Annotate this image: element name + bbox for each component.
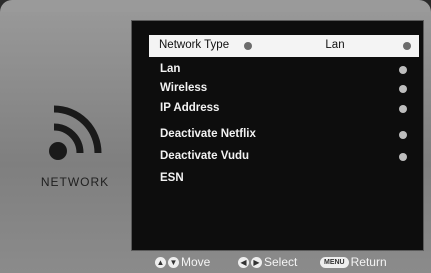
right-arrow-icon bbox=[399, 131, 407, 139]
button-hints: ▲ ▼ Move ◀ ▶ Select MENU Return bbox=[131, 252, 422, 272]
down-arrow-circle-icon: ▼ bbox=[168, 256, 179, 268]
menu-item-label: Lan bbox=[160, 63, 181, 75]
right-arrow-icon bbox=[399, 85, 407, 93]
top-edge bbox=[0, 0, 431, 12]
right-arrow-circle-icon: ▶ bbox=[251, 256, 262, 268]
left-arrow-icon[interactable] bbox=[244, 42, 252, 50]
return-hint: MENU Return bbox=[320, 255, 387, 269]
network-icon bbox=[49, 105, 102, 160]
menu-item-ip-address[interactable]: IP Address bbox=[134, 100, 421, 119]
settings-menu: Network Type Lan Lan Wireless IP Address… bbox=[131, 20, 424, 251]
right-arrow-icon bbox=[399, 105, 407, 113]
return-label: Return bbox=[350, 255, 387, 269]
menu-item-deactivate-netflix[interactable]: Deactivate Netflix bbox=[134, 126, 421, 145]
right-arrow-icon[interactable] bbox=[403, 42, 411, 50]
network-type-row[interactable]: Network Type Lan bbox=[149, 35, 419, 57]
network-type-value: Lan bbox=[325, 39, 345, 51]
right-arrow-icon bbox=[399, 153, 407, 161]
category-label: NETWORK bbox=[40, 175, 110, 189]
right-arrow-icon bbox=[399, 66, 407, 74]
menu-item-label: IP Address bbox=[160, 102, 220, 114]
category-pane: NETWORK bbox=[20, 95, 130, 195]
menu-item-label: ESN bbox=[160, 172, 184, 184]
move-label: Move bbox=[181, 255, 211, 269]
menu-item-esn[interactable]: ESN bbox=[134, 170, 421, 189]
select-hint: ◀ ▶ Select bbox=[238, 255, 297, 269]
menu-item-wireless[interactable]: Wireless bbox=[134, 80, 421, 99]
menu-item-label: Deactivate Vudu bbox=[160, 150, 250, 162]
move-hint: ▲ ▼ Move bbox=[155, 255, 210, 269]
left-arrow-circle-icon: ◀ bbox=[238, 256, 249, 268]
menu-item-label: Deactivate Netflix bbox=[160, 128, 256, 140]
select-label: Select bbox=[264, 255, 298, 269]
menu-item-deactivate-vudu[interactable]: Deactivate Vudu bbox=[134, 148, 421, 167]
menu-item-lan[interactable]: Lan bbox=[134, 61, 421, 80]
menu-key-icon: MENU bbox=[320, 256, 349, 268]
network-type-label: Network Type bbox=[159, 39, 230, 51]
up-arrow-circle-icon: ▲ bbox=[155, 256, 166, 268]
menu-item-label: Wireless bbox=[160, 82, 208, 94]
